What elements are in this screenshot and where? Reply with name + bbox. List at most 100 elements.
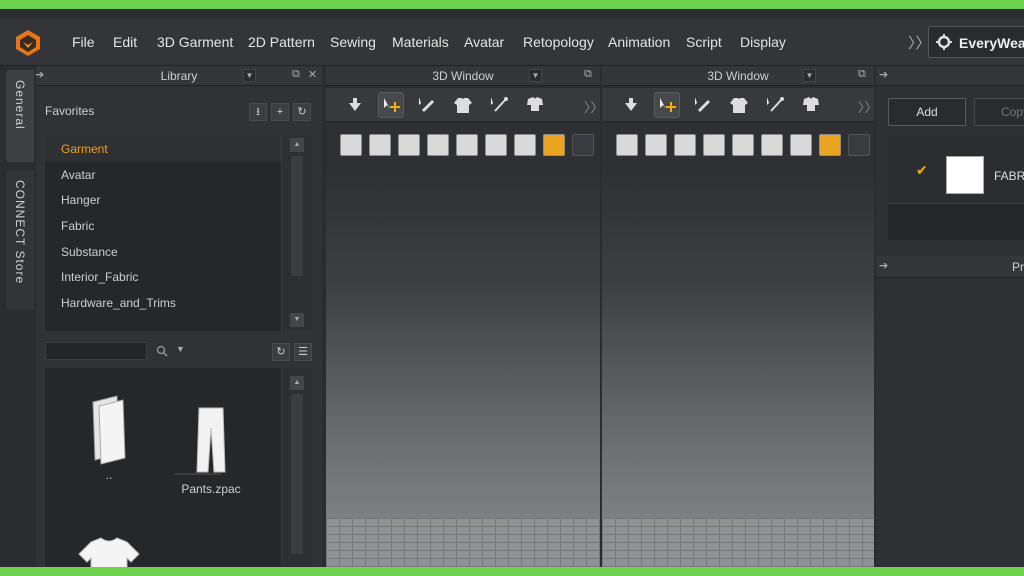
add-fabric-button[interactable]: Add [888, 98, 966, 126]
menu-animation[interactable]: Animation [608, 34, 670, 50]
fabric-list: ✔ FABRIC [888, 136, 1024, 240]
3d-window-header: 3D Window ▼ ⧉ [326, 66, 600, 86]
check-icon: ✔ [916, 162, 928, 178]
fold-arrow-tool-icon[interactable] [342, 92, 368, 118]
export-icon[interactable] [848, 134, 870, 156]
3d-window-left: 3D Window ▼ ⧉ 〉〉 [324, 66, 604, 567]
head-icon[interactable] [790, 134, 812, 156]
menu-display[interactable]: Display [740, 34, 786, 50]
pattern-icon[interactable] [456, 134, 478, 156]
refresh-icon[interactable]: ↻ [272, 343, 290, 361]
garment-tool-icon[interactable] [450, 92, 476, 118]
panel-pin-icon[interactable]: ➔ [879, 259, 888, 272]
edit-pattern-tool-icon[interactable] [414, 92, 440, 118]
scroll-thumb[interactable] [291, 394, 303, 554]
needle-tool-icon[interactable] [762, 92, 788, 118]
list-item-substance[interactable]: Substance [61, 245, 118, 259]
panel-pin-icon[interactable]: ➔ [879, 68, 888, 81]
list-item-avatar[interactable]: Avatar [61, 168, 95, 182]
list-item-hanger[interactable]: Hanger [61, 193, 100, 207]
copy-fabric-button[interactable]: Copy [974, 98, 1024, 126]
favorites-list: Garment Avatar Hanger Fabric Substance I… [45, 136, 312, 331]
fabric-row[interactable]: ✔ FABRIC [888, 136, 1024, 204]
toolbar-overflow-icon[interactable]: 〉〉 [858, 97, 878, 116]
object-browser-panel: ➔ Add Copy ✔ FABRIC ➔ Property Editor [876, 66, 1024, 567]
list-item-fabric[interactable]: Fabric [61, 219, 94, 233]
pattern-icon[interactable] [732, 134, 754, 156]
search-icon[interactable] [155, 344, 169, 358]
file-item-pants[interactable]: Pants.zpac [171, 388, 251, 498]
property-editor-title: Property Editor [1012, 260, 1024, 274]
scroll-thumb[interactable] [291, 156, 303, 276]
import-icon[interactable]: ⭳ [249, 103, 267, 121]
undock-icon[interactable]: ⧉ [584, 68, 592, 81]
fabric-swatch[interactable] [946, 156, 984, 194]
3d-toolbar-secondary [326, 124, 600, 164]
edit-pattern-tool-icon[interactable] [690, 92, 716, 118]
refresh-icon[interactable]: ↻ [293, 103, 311, 121]
menu-avatar[interactable]: Avatar [464, 34, 504, 50]
select-move-tool-icon[interactable] [654, 92, 680, 118]
undock-icon[interactable]: ⧉ [292, 68, 300, 81]
add-icon[interactable]: + [271, 103, 289, 121]
avatar-garment-tool-icon[interactable] [522, 92, 548, 118]
undock-icon[interactable]: ⧉ [858, 68, 866, 81]
3d-window-title: 3D Window [707, 69, 769, 83]
fabric-icon[interactable] [485, 134, 507, 156]
simulation-icon[interactable] [616, 134, 638, 156]
globe-icon[interactable] [543, 134, 565, 156]
3d-viewport-left[interactable] [326, 162, 600, 567]
3d-window-header: 3D Window ▼ ⧉ [602, 66, 874, 86]
tshirt-icon[interactable] [645, 134, 667, 156]
favorites-label: Favorites [45, 104, 95, 118]
simulation-icon[interactable] [340, 134, 362, 156]
menu-bar: File Edit 3D Garment 2D Pattern Sewing M… [0, 18, 1024, 66]
list-item-interior-fabric[interactable]: Interior_Fabric [61, 270, 138, 284]
scroll-up-icon[interactable]: ▲ [290, 138, 304, 152]
app-logo-icon[interactable] [14, 29, 42, 57]
file-item-tshirt[interactable] [69, 534, 149, 567]
search-filter-dropdown[interactable]: ▼ [176, 344, 185, 354]
file-label: .. [105, 468, 113, 482]
list-item-garment[interactable]: Garment [61, 142, 108, 156]
menu-script[interactable]: Script [686, 34, 722, 50]
menu-2d-pattern[interactable]: 2D Pattern [248, 34, 315, 50]
list-item-hardware-trims[interactable]: Hardware_and_Trims [61, 296, 176, 310]
side-tabs: General CONNECT Store [0, 66, 36, 567]
menu-3d-garment[interactable]: 3D Garment [157, 34, 233, 50]
garment-tool-icon[interactable] [726, 92, 752, 118]
points-icon[interactable] [674, 134, 696, 156]
tshirt-icon[interactable] [369, 134, 391, 156]
fabric-icon[interactable] [761, 134, 783, 156]
avatar-icon[interactable] [427, 134, 449, 156]
head-icon[interactable] [514, 134, 536, 156]
3d-viewport-right[interactable] [602, 162, 874, 567]
select-move-tool-icon[interactable] [378, 92, 404, 118]
menu-edit[interactable]: Edit [113, 34, 137, 50]
close-icon[interactable]: ✕ [308, 68, 317, 81]
export-icon[interactable] [572, 134, 594, 156]
menu-file[interactable]: File [72, 34, 95, 50]
chevron-down-icon[interactable]: ▼ [529, 69, 542, 82]
file-browser-scrollbar[interactable]: ▲ [281, 368, 312, 567]
menu-retopology[interactable]: Retopology [523, 34, 594, 50]
menu-materials[interactable]: Materials [392, 34, 449, 50]
needle-tool-icon[interactable] [486, 92, 512, 118]
chevron-down-icon[interactable]: ▼ [243, 69, 256, 82]
avatar-icon[interactable] [703, 134, 725, 156]
points-icon[interactable] [398, 134, 420, 156]
globe-icon[interactable] [819, 134, 841, 156]
scroll-up-icon[interactable]: ▲ [290, 376, 304, 390]
list-view-icon[interactable]: ☰ [294, 343, 312, 361]
brand-account-button[interactable]: EveryWear [928, 26, 1024, 58]
menu-sewing[interactable]: Sewing [330, 34, 376, 50]
avatar-garment-tool-icon[interactable] [798, 92, 824, 118]
file-item-parent[interactable]: .. [69, 392, 149, 492]
tab-general[interactable]: General [6, 70, 34, 162]
search-input[interactable] [45, 342, 147, 360]
tab-connect-store[interactable]: CONNECT Store [6, 170, 34, 310]
favorites-scrollbar[interactable]: ▲ ▼ [281, 136, 312, 331]
fold-arrow-tool-icon[interactable] [618, 92, 644, 118]
scroll-down-icon[interactable]: ▼ [290, 313, 304, 327]
chevron-down-icon[interactable]: ▼ [803, 69, 816, 82]
